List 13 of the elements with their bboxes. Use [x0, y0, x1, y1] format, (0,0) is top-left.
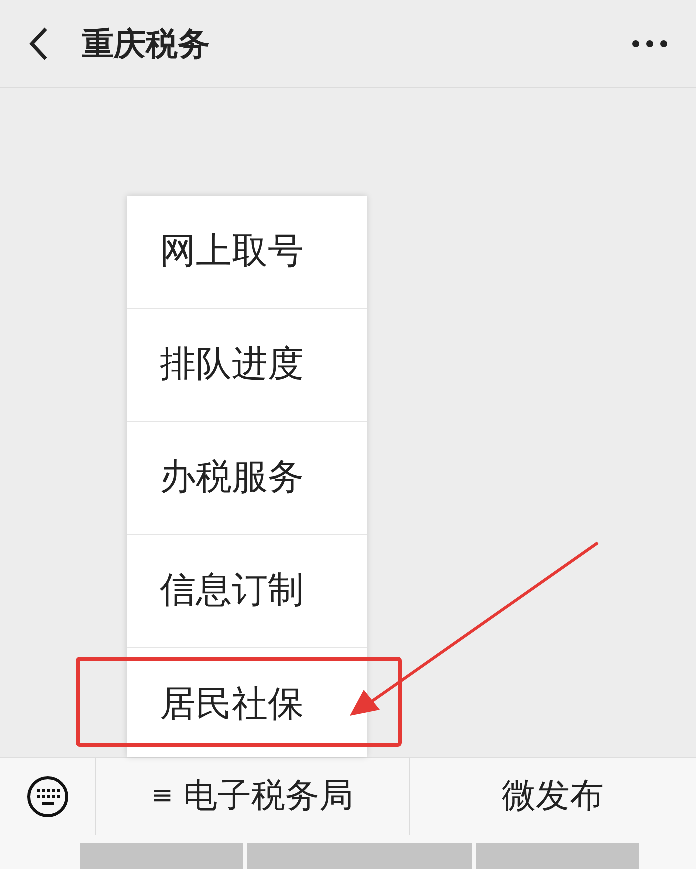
menu-item[interactable]: 排队进度: [127, 309, 367, 422]
button-label: 微发布: [502, 775, 604, 818]
header-title: 重庆税务: [82, 24, 210, 64]
menu-item[interactable]: 办税服务: [127, 422, 367, 535]
back-icon[interactable]: [28, 26, 50, 62]
menu-item[interactable]: 居民社保: [127, 648, 367, 761]
button-label: 电子税务局: [183, 775, 354, 818]
bottom-menu-button[interactable]: 微发布: [410, 758, 696, 835]
keyboard-icon[interactable]: [26, 776, 68, 818]
menu-item[interactable]: 网上取号: [127, 196, 367, 309]
menu-item[interactable]: 信息订制: [127, 535, 367, 648]
more-icon[interactable]: [632, 38, 668, 48]
menu-icon: ≡: [152, 777, 174, 816]
